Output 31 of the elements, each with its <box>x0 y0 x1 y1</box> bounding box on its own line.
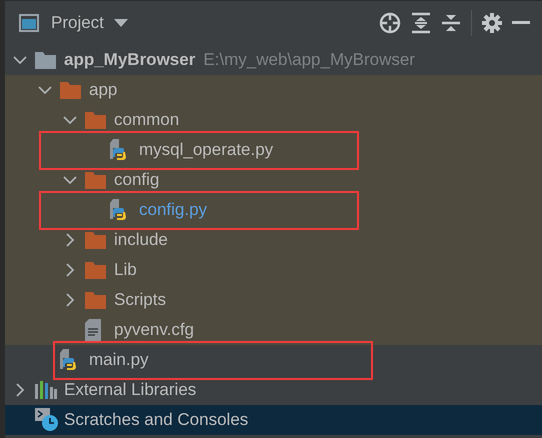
scratch-clock-icon <box>35 408 59 432</box>
panel-title: Project <box>51 13 104 33</box>
folder-icon <box>85 232 106 248</box>
expand-all-icon[interactable] <box>411 12 431 34</box>
tree-item[interactable]: External Libraries <box>64 380 196 400</box>
collapse-all-icon[interactable] <box>441 12 461 34</box>
folder-icon <box>35 52 56 68</box>
library-bars-icon <box>35 381 57 399</box>
tree-item[interactable]: Scripts <box>114 290 166 310</box>
minimize-icon[interactable] <box>512 21 530 25</box>
tree-item[interactable]: main.py <box>89 350 149 370</box>
project-path: E:\my_web\app_MyBrowser <box>203 50 415 70</box>
tree-item[interactable]: Lib <box>114 260 137 280</box>
tree-item[interactable]: common <box>114 110 180 130</box>
tree-item[interactable]: app <box>89 80 118 100</box>
tree-item[interactable]: config <box>114 170 160 190</box>
project-window-icon <box>19 14 39 32</box>
tree-item[interactable]: config.py <box>139 200 208 220</box>
folder-icon <box>85 172 106 188</box>
text-file-icon <box>85 319 101 341</box>
tree-item[interactable]: app_MyBrowser <box>64 50 196 70</box>
tree-item[interactable]: include <box>114 230 168 250</box>
settings-icon[interactable] <box>482 13 502 33</box>
folder-icon <box>85 262 106 278</box>
folder-icon <box>85 112 106 128</box>
folder-icon <box>85 292 106 308</box>
locate-icon[interactable] <box>379 12 401 34</box>
folder-icon <box>60 82 81 98</box>
tree-item[interactable]: pyvenv.cfg <box>114 320 194 340</box>
tree-item[interactable]: mysql_operate.py <box>139 140 274 160</box>
dropdown-caret-icon[interactable] <box>114 19 128 27</box>
